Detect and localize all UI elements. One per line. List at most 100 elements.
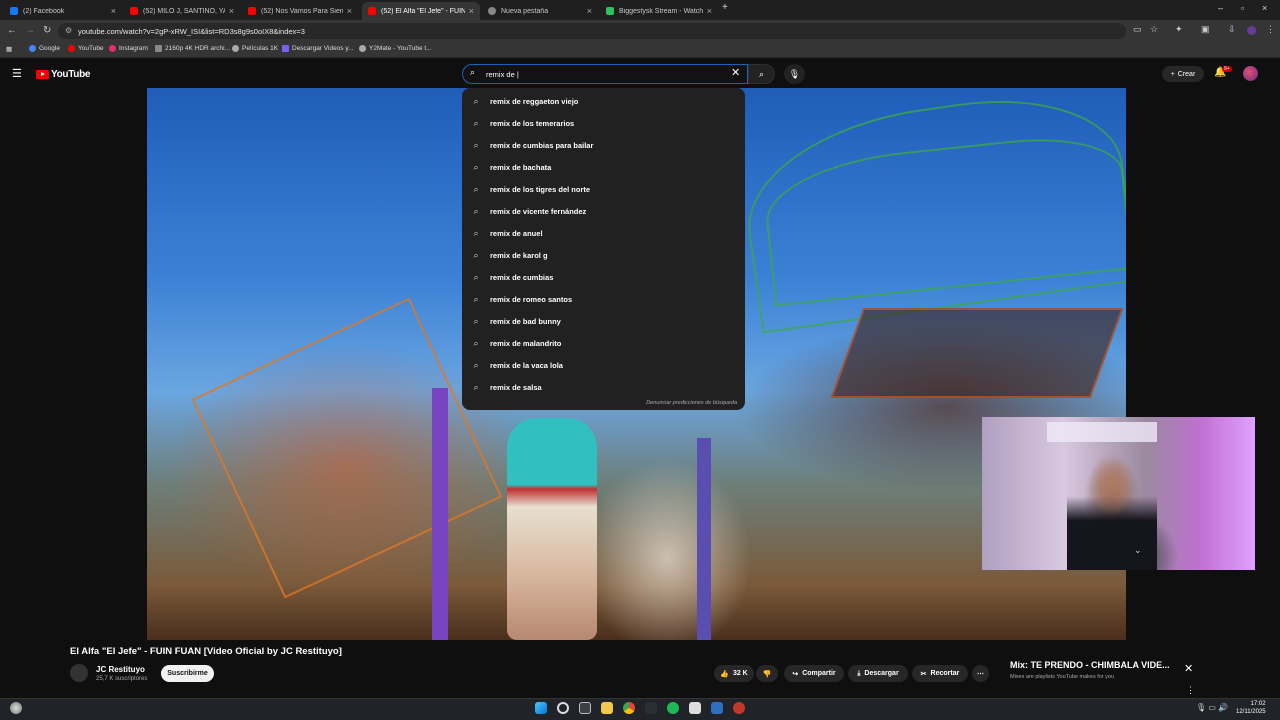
more-vertical-icon[interactable]: ⋮ xyxy=(1186,685,1195,696)
chrome-icon[interactable] xyxy=(623,702,635,714)
suggestion-item[interactable]: ⌕ remix de bachata xyxy=(462,156,745,178)
youtube-logo[interactable]: YouTube xyxy=(36,69,91,80)
weather-icon[interactable] xyxy=(10,702,22,714)
apps-icon[interactable]: ▦ xyxy=(6,45,12,53)
report-predictions-link[interactable]: Denunciar predicciones de búsqueda xyxy=(646,400,737,406)
close-icon[interactable]: ✕ xyxy=(1184,662,1193,675)
search-button[interactable]: ⌕ xyxy=(748,64,775,84)
suggestion-item[interactable]: ⌕ remix de reggaeton viejo xyxy=(462,90,745,112)
menu-kebab-icon[interactable]: ⋮ xyxy=(1266,24,1275,35)
minimize-button[interactable]: – xyxy=(1218,3,1223,13)
tab-stream[interactable]: Biggestysk Stream - Watch Live × xyxy=(600,2,718,20)
bookmark-descargar[interactable]: Descargar Videos y... xyxy=(282,45,354,52)
close-icon[interactable]: × xyxy=(111,6,116,16)
close-icon[interactable]: × xyxy=(347,6,352,16)
video-frame-person xyxy=(507,418,597,640)
url-bar[interactable]: ⚙ youtube.com/watch?v=2gP-xRW_ISI&list=R… xyxy=(58,23,1126,39)
suggestion-item[interactable]: ⌕ remix de cumbias para bailar xyxy=(462,134,745,156)
search-icon: ⌕ xyxy=(473,293,479,304)
close-icon[interactable]: × xyxy=(587,6,592,16)
mix-playlist-title[interactable]: Mix: TE PRENDO - CHIMBALA VIDE... xyxy=(1010,660,1170,670)
tab-youtube-1[interactable]: (52) MILO J, SANTINO, YAMI - T × xyxy=(124,2,240,20)
tab-youtube-2[interactable]: (52) Nos Vamos Para Siempre D × xyxy=(242,2,358,20)
cast-icon[interactable]: ▭ xyxy=(1133,24,1142,35)
search-icon[interactable] xyxy=(557,702,569,714)
windows-taskbar xyxy=(0,698,1280,720)
download-button[interactable]: ⤓ Descargar xyxy=(848,665,908,682)
hamburger-menu-icon[interactable]: ☰ xyxy=(12,67,22,80)
downloads-icon[interactable]: ⇩ xyxy=(1228,24,1236,35)
profile-icon[interactable] xyxy=(1247,26,1256,35)
task-view-icon[interactable] xyxy=(579,702,591,714)
tab-facebook[interactable]: (2) Facebook × xyxy=(4,2,122,20)
system-clock[interactable]: 17:02 12/11/2025 xyxy=(1236,700,1266,716)
clock-date: 12/11/2025 xyxy=(1236,709,1266,715)
bookmark-star-icon[interactable]: ☆ xyxy=(1150,24,1158,35)
bookmark-label: Y2Mate - YouTube t... xyxy=(369,45,432,52)
back-icon[interactable]: ← xyxy=(7,25,17,36)
video-frame-pole xyxy=(697,438,711,640)
suggestion-text: remix de karol g xyxy=(490,250,548,260)
suggestion-item[interactable]: ⌕ remix de cumbias xyxy=(462,266,745,288)
dislike-button[interactable]: 👎 xyxy=(756,665,778,682)
video-frame-pole xyxy=(432,388,448,640)
extensions-icon[interactable]: ✦ xyxy=(1175,24,1183,35)
close-window-button[interactable]: × xyxy=(1262,3,1267,13)
site-info-icon[interactable]: ⚙ xyxy=(65,26,72,35)
suggestion-item[interactable]: ⌕ remix de bad bunny xyxy=(462,310,745,332)
bookmark-y2mate[interactable]: Y2Mate - YouTube t... xyxy=(359,45,432,52)
app-icon[interactable] xyxy=(645,702,657,714)
bookmark-instagram[interactable]: Instagram xyxy=(109,45,148,52)
restore-button[interactable]: ▫ xyxy=(1241,3,1244,13)
suggestion-item[interactable]: ⌕ remix de anuel xyxy=(462,222,745,244)
clip-button[interactable]: ✂ Recortar xyxy=(912,665,968,682)
search-icon: ⌕ xyxy=(758,68,765,79)
search-input[interactable]: remix de | xyxy=(462,64,748,84)
bookmark-google[interactable]: Google xyxy=(29,45,60,52)
suggestion-item[interactable]: ⌕ remix de malandrito xyxy=(462,332,745,354)
tray-icons[interactable]: 🎙 ▭ 🔊 xyxy=(1196,703,1228,712)
reload-icon[interactable]: ↻ xyxy=(43,25,51,36)
youtube-icon xyxy=(368,7,376,15)
share-button[interactable]: ↪ Compartir xyxy=(784,665,844,682)
channel-avatar[interactable] xyxy=(70,664,88,682)
suggestion-text: remix de la vaca lola xyxy=(490,360,563,370)
bookmark-4k[interactable]: 2160p 4K HDR archi... xyxy=(155,45,230,52)
obs-icon[interactable] xyxy=(733,702,745,714)
like-button[interactable]: 👍 32 K xyxy=(714,665,754,682)
tab-new-tab[interactable]: Nueva pestaña × xyxy=(482,2,598,20)
channel-name[interactable]: JC Restituyo xyxy=(96,665,145,674)
voice-search-button[interactable]: 🎙 xyxy=(784,64,805,84)
steam-icon[interactable] xyxy=(711,702,723,714)
close-icon[interactable]: × xyxy=(707,6,712,16)
search-icon: ⌕ xyxy=(473,117,479,128)
suggestion-item[interactable]: ⌕ remix de los temerarios xyxy=(462,112,745,134)
tab-youtube-active[interactable]: (52) El Alfa "El Jefe" - FUIN × xyxy=(362,2,480,20)
more-actions-button[interactable]: ⋯ xyxy=(972,665,989,682)
suggestion-item[interactable]: ⌕ remix de romeo santos xyxy=(462,288,745,310)
microphone-icon: 🎙 xyxy=(788,68,801,79)
subscribe-button[interactable]: Suscribirme xyxy=(161,665,214,682)
suggestion-item[interactable]: ⌕ remix de karol g xyxy=(462,244,745,266)
tab-label: (52) MILO J, SANTINO, YAMI - T xyxy=(143,7,225,15)
suggestion-item[interactable]: ⌕ remix de la vaca lola xyxy=(462,354,745,376)
spotify-icon[interactable] xyxy=(667,702,679,714)
suggestion-item[interactable]: ⌕ remix de vicente fernández xyxy=(462,200,745,222)
youtube-icon xyxy=(68,45,75,52)
new-tab-button[interactable]: + xyxy=(722,2,728,13)
file-explorer-icon[interactable] xyxy=(601,702,613,714)
clear-search-icon[interactable]: ✕ xyxy=(731,66,740,79)
bookmark-youtube[interactable]: YouTube xyxy=(68,45,104,52)
windows-start-icon[interactable] xyxy=(535,702,547,714)
forward-icon[interactable]: → xyxy=(25,25,35,36)
bookmark-peliculas[interactable]: Películas 1K xyxy=(232,45,278,52)
store-icon[interactable] xyxy=(689,702,701,714)
suggestion-item[interactable]: ⌕ remix de salsa xyxy=(462,376,745,398)
close-icon[interactable]: × xyxy=(469,6,474,16)
avatar[interactable] xyxy=(1243,66,1258,81)
close-icon[interactable]: × xyxy=(229,6,234,16)
sidepanel-icon[interactable]: ▣ xyxy=(1201,24,1210,35)
tab-label: Nueva pestaña xyxy=(501,7,549,15)
create-button[interactable]: + Crear xyxy=(1162,66,1204,82)
suggestion-item[interactable]: ⌕ remix de los tigres del norte xyxy=(462,178,745,200)
